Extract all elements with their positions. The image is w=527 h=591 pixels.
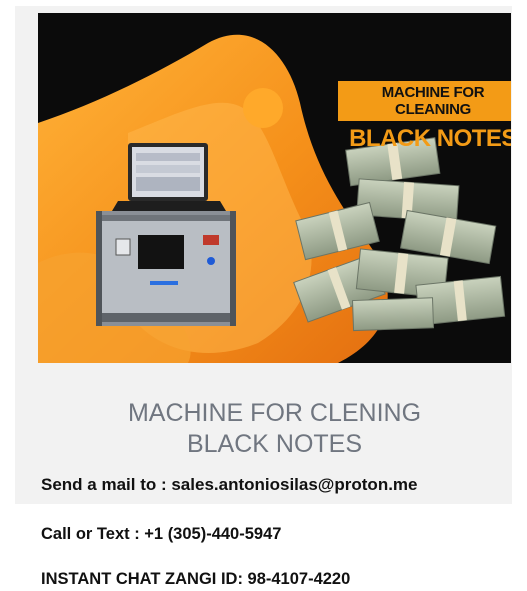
orange-sun-circle xyxy=(243,88,283,128)
banner-headline-line1: MACHINE FOR CLEANING xyxy=(338,81,511,121)
contact-email-line: Send a mail to : sales.antoniosilas@prot… xyxy=(41,475,418,494)
machine-illustration xyxy=(96,211,236,326)
product-banner-image: MACHINE FOR CLEANING BLACK NOTES xyxy=(38,13,511,363)
contact-chat-line: INSTANT CHAT ZANGI ID: 98-4107-4220 xyxy=(41,570,351,588)
banner-headline: MACHINE FOR CLEANING BLACK NOTES xyxy=(338,81,511,153)
banner-headline-line2: BLACK NOTES xyxy=(349,125,511,152)
product-caption: MACHINE FOR CLENING BLACK NOTES xyxy=(38,398,511,460)
caption-line2: BLACK NOTES xyxy=(186,430,363,458)
contact-phone-line: Call or Text : +1 (305)-440-5947 xyxy=(41,525,282,543)
banner-artwork xyxy=(38,34,506,363)
caption-line1: MACHINE FOR CLENING xyxy=(127,399,422,427)
money-stacks-illustration xyxy=(293,137,506,332)
